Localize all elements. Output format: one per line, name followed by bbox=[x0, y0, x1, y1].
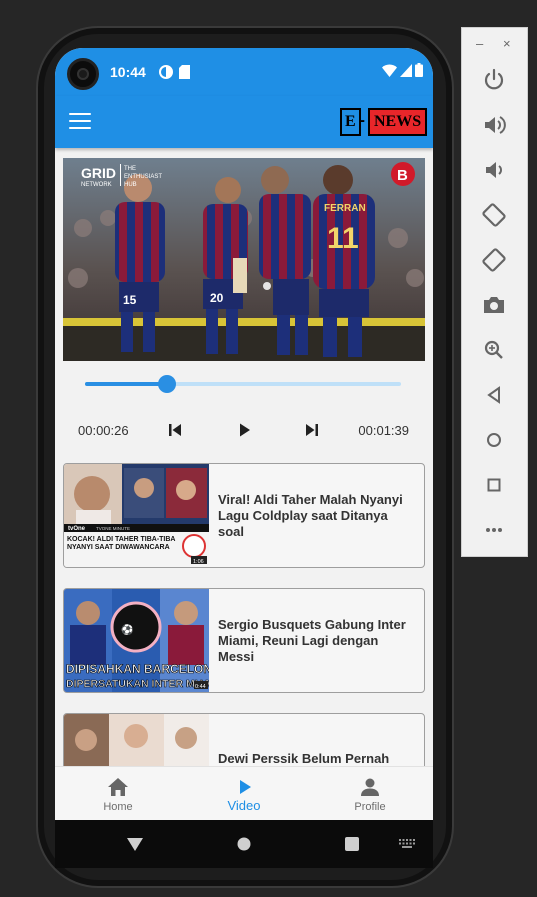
status-icons bbox=[382, 63, 423, 77]
news-title: Sergio Busquets Gabung Inter Miami, Reun… bbox=[218, 616, 406, 664]
e-news-logo: E - NEWS bbox=[340, 108, 428, 136]
data-saver-icon bbox=[159, 65, 173, 79]
sd-card-icon bbox=[179, 65, 190, 79]
news-thumbnail-image: tvOne TVONE MINUTE KOCAK! ALDI TAHER TIB… bbox=[64, 464, 209, 567]
hub-watermark-1: THE bbox=[124, 166, 136, 172]
thumb-channel-sub: TVONE MINUTE bbox=[96, 526, 130, 531]
home-icon bbox=[108, 778, 128, 796]
hub-watermark-3: HUB bbox=[124, 182, 137, 188]
emulator-window-controls: – × bbox=[462, 36, 527, 52]
current-time: 00:00:26 bbox=[78, 423, 129, 438]
home-circle-icon[interactable] bbox=[237, 837, 251, 851]
jersey-number-15: 15 bbox=[123, 293, 137, 307]
logo-e: E bbox=[340, 108, 361, 136]
hub-watermark-2: ENTHUSIAST bbox=[124, 174, 162, 180]
nav-profile[interactable]: Profile bbox=[307, 767, 433, 820]
thumb-duration: 1:06 bbox=[193, 559, 204, 565]
thumb-caption-1: DIPISAHKAN BARCELONA bbox=[66, 662, 209, 676]
skip-next-icon[interactable] bbox=[302, 420, 322, 440]
menu-button[interactable] bbox=[69, 113, 91, 131]
play-icon bbox=[240, 780, 251, 794]
close-button[interactable]: × bbox=[503, 36, 511, 51]
app-bar: E - NEWS bbox=[55, 96, 433, 148]
status-time: 10:44 bbox=[110, 64, 146, 80]
news-card[interactable]: ⚽ DIPISAHKAN BARCELONA DIPERSATUKAN INTE… bbox=[63, 588, 425, 693]
channel-badge-letter: B bbox=[397, 167, 408, 184]
nav-video[interactable]: Video bbox=[181, 767, 307, 820]
svg-text:⚽: ⚽ bbox=[120, 623, 133, 636]
logo-news: NEWS bbox=[368, 108, 428, 136]
total-time: 00:01:39 bbox=[358, 423, 409, 438]
logo-dash: - bbox=[359, 112, 365, 129]
nav-video-label: Video bbox=[227, 798, 261, 813]
seek-slider[interactable] bbox=[85, 375, 401, 393]
news-card[interactable]: tvOne TVONE MINUTE KOCAK! ALDI TAHER TIB… bbox=[63, 463, 425, 568]
thumb-caption-2: DIPERSATUKAN INTER MIAMI bbox=[66, 678, 209, 690]
news-title: Viral! Aldi Taher Malah Nyanyi Lagu Cold… bbox=[218, 491, 403, 539]
front-camera bbox=[67, 58, 99, 90]
app-screen: 10:44 E - NEWS 15 20 FERRAN 11 GRID NETW… bbox=[55, 48, 433, 820]
network-watermark: NETWORK bbox=[81, 182, 112, 188]
jersey-number-11: 11 bbox=[327, 222, 359, 255]
thumb-caption: KOCAK! ALDI TAHER TIBA-TIBA NYANYI SAAT … bbox=[67, 536, 176, 551]
news-thumbnail: tvOne TVONE MINUTE KOCAK! ALDI TAHER TIB… bbox=[64, 464, 209, 567]
nav-home-label: Home bbox=[103, 801, 133, 813]
rotate-left-icon[interactable] bbox=[480, 201, 508, 229]
back-triangle-icon[interactable] bbox=[480, 381, 508, 409]
nav-home[interactable]: Home bbox=[55, 767, 181, 820]
playback-controls: 00:00:26 00:01:39 bbox=[55, 418, 433, 442]
video-frame-image: 15 20 FERRAN 11 GRID NETWORK THE ENTHUSI… bbox=[63, 158, 425, 361]
news-thumbnail-image: ⚽ DIPISAHKAN BARCELONA DIPERSATUKAN INTE… bbox=[64, 589, 209, 692]
thumb-channel: tvOne bbox=[68, 526, 86, 532]
person-icon bbox=[361, 778, 379, 796]
rotate-right-icon[interactable] bbox=[480, 246, 508, 274]
home-circle-icon[interactable] bbox=[480, 426, 508, 454]
battery-icon bbox=[415, 63, 423, 77]
emulator-toolbar: – × bbox=[461, 27, 528, 557]
power-icon[interactable] bbox=[480, 66, 508, 94]
bottom-navigation: Home Video Profile bbox=[55, 766, 433, 820]
play-icon[interactable] bbox=[234, 420, 254, 440]
keyboard-icon[interactable] bbox=[399, 839, 415, 849]
grid-watermark: GRID bbox=[81, 165, 116, 181]
channel-badge-icon: B bbox=[391, 162, 415, 186]
jersey-name-ferran: FERRAN bbox=[324, 203, 366, 214]
back-icon[interactable] bbox=[127, 836, 143, 852]
slider-progress bbox=[85, 382, 168, 386]
system-navigation-bar bbox=[55, 820, 433, 868]
thumb-duration: 0:44 bbox=[195, 684, 206, 690]
volume-up-icon[interactable] bbox=[480, 111, 508, 139]
nav-profile-label: Profile bbox=[354, 801, 386, 813]
recents-icon[interactable] bbox=[345, 837, 359, 851]
more-icon[interactable] bbox=[480, 516, 508, 544]
zoom-icon[interactable] bbox=[480, 336, 508, 364]
volume-down-icon[interactable] bbox=[480, 156, 508, 184]
wifi-icon bbox=[382, 64, 397, 77]
minimize-button[interactable]: – bbox=[476, 36, 483, 51]
slider-thumb[interactable] bbox=[158, 375, 177, 393]
jersey-number-20: 20 bbox=[210, 291, 224, 305]
news-thumbnail: ⚽ DIPISAHKAN BARCELONA DIPERSATUKAN INTE… bbox=[64, 589, 209, 692]
skip-previous-icon[interactable] bbox=[165, 420, 185, 440]
video-player[interactable]: 15 20 FERRAN 11 GRID NETWORK THE ENTHUSI… bbox=[63, 158, 425, 361]
signal-icon bbox=[400, 63, 412, 77]
camera-icon[interactable] bbox=[480, 291, 508, 319]
status-bar: 10:44 bbox=[55, 48, 433, 96]
overview-square-icon[interactable] bbox=[480, 471, 508, 499]
